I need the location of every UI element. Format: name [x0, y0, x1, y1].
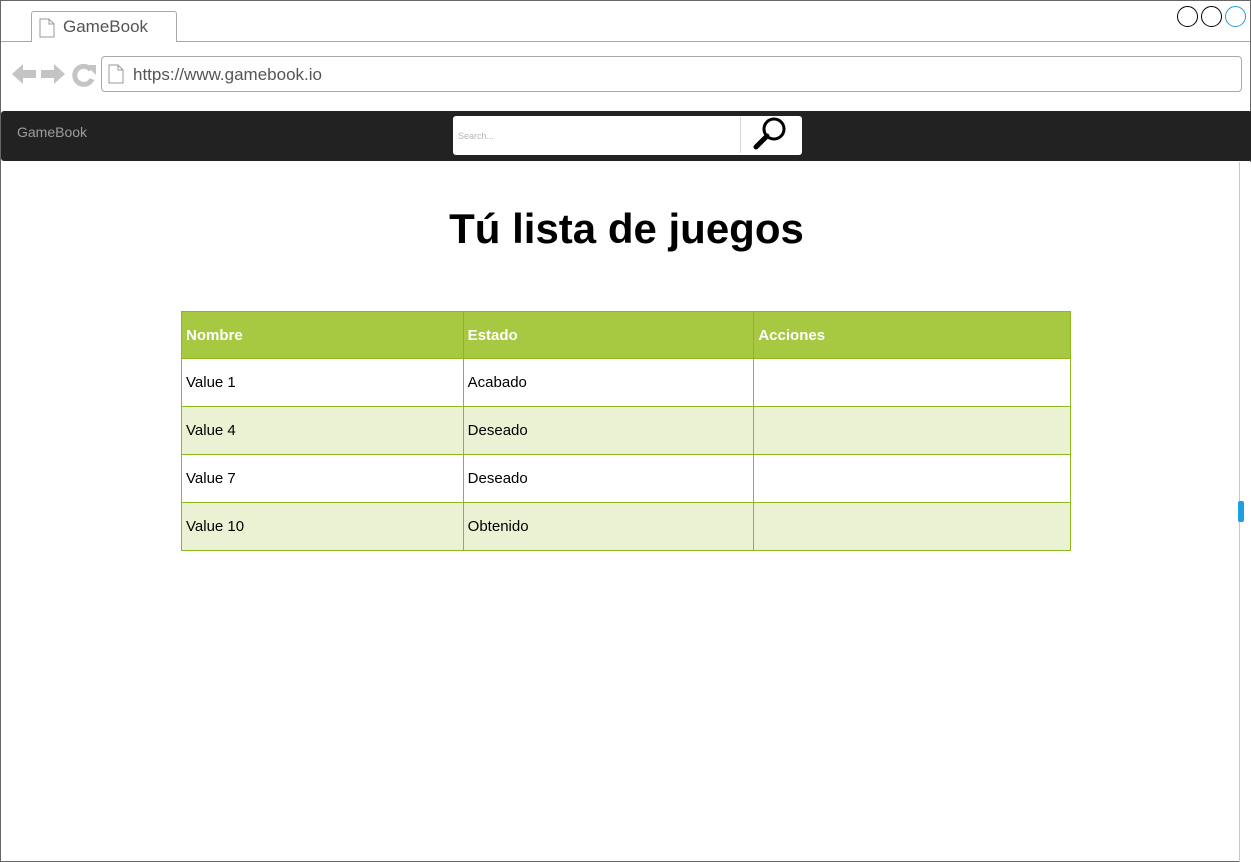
table-row: Value 4 Deseado: [181, 406, 1071, 455]
window-controls: [1177, 6, 1246, 27]
games-table: Nombre Estado Acciones Value 1 Acabado V…: [181, 311, 1071, 551]
forward-arrow-icon[interactable]: [40, 62, 66, 91]
vertical-scrollbar[interactable]: [1238, 162, 1251, 862]
table-row: Value 7 Deseado: [181, 454, 1071, 503]
close-button[interactable]: [1225, 6, 1246, 27]
cell-estado: Deseado: [462, 454, 755, 503]
search-input[interactable]: [454, 119, 740, 152]
table-row: Value 10 Obtenido: [181, 502, 1071, 551]
brand-link[interactable]: GameBook: [17, 124, 87, 140]
cell-nombre: Value 1: [181, 358, 464, 407]
scrollbar-thumb[interactable]: [1238, 501, 1244, 522]
cell-estado: Obtenido: [462, 502, 755, 551]
reload-icon[interactable]: [71, 62, 97, 93]
tab-title: GameBook: [63, 17, 149, 36]
cell-acciones: [753, 406, 1071, 455]
page-icon: [108, 64, 124, 89]
address-bar[interactable]: https://www.gamebook.io: [101, 56, 1242, 92]
cell-estado: Acabado: [462, 358, 755, 407]
app-header: GameBook: [1, 111, 1251, 161]
page-title: Tú lista de juegos: [449, 205, 804, 252]
browser-window: GameBook https://www.gamebook.io GameBoo…: [0, 0, 1251, 862]
browser-tab[interactable]: GameBook: [31, 11, 177, 43]
tab-strip: GameBook: [1, 1, 1250, 43]
address-row: https://www.gamebook.io: [1, 42, 1250, 111]
search-button[interactable]: [740, 117, 801, 153]
cell-nombre: Value 10: [181, 502, 464, 551]
search-box: [453, 116, 802, 155]
table-header-row: Nombre Estado Acciones: [181, 311, 1071, 359]
table-row: Value 1 Acabado: [181, 358, 1071, 407]
minimize-button[interactable]: [1177, 6, 1198, 27]
column-header-nombre: Nombre: [181, 311, 464, 359]
cell-nombre: Value 4: [181, 406, 464, 455]
cell-acciones: [753, 358, 1071, 407]
cell-acciones: [753, 502, 1071, 551]
page-icon: [39, 18, 55, 43]
cell-nombre: Value 7: [181, 454, 464, 503]
back-arrow-icon[interactable]: [11, 62, 37, 91]
maximize-button[interactable]: [1201, 6, 1222, 27]
url-text: https://www.gamebook.io: [133, 65, 322, 84]
cell-estado: Deseado: [462, 406, 755, 455]
column-header-acciones: Acciones: [753, 311, 1071, 359]
cell-acciones: [753, 454, 1071, 503]
search-icon: [753, 115, 789, 156]
column-header-estado: Estado: [462, 311, 755, 359]
